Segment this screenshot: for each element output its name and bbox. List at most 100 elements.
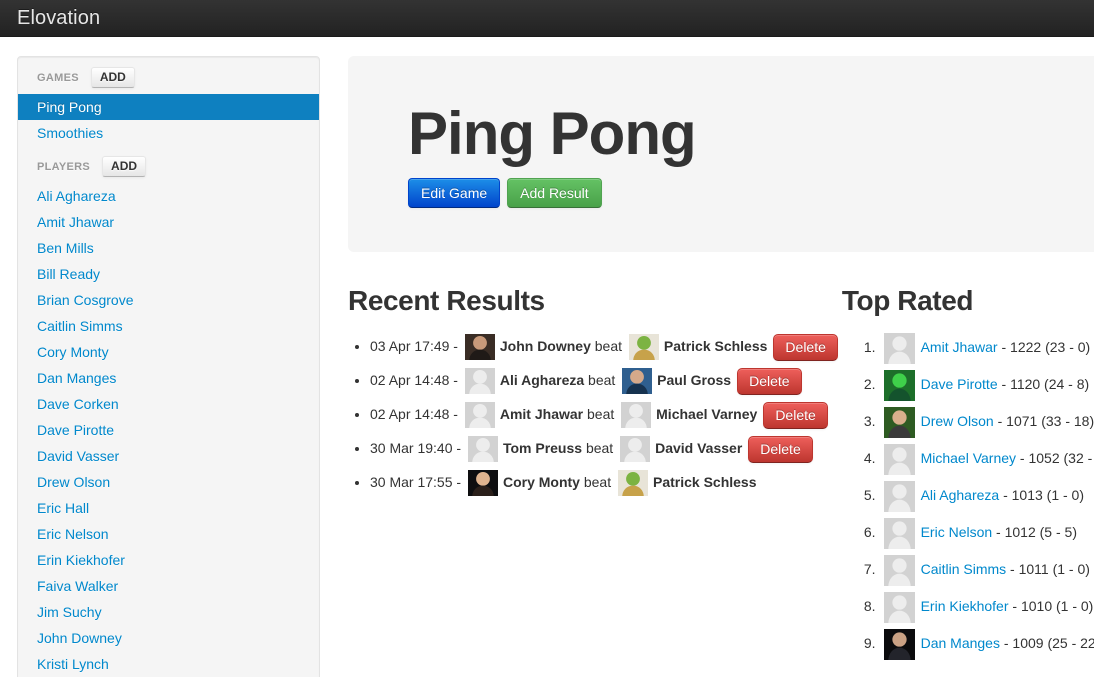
sidebar-player-link[interactable]: Caitlin Simms	[18, 313, 319, 339]
players-header-label: PLAYERS	[37, 160, 91, 173]
top-rated-rank: 6.	[863, 524, 876, 540]
loser-avatar	[628, 334, 659, 361]
sidebar-game-link[interactable]: Ping Pong	[18, 94, 319, 120]
sidebar-player-link[interactable]: Jim Suchy	[18, 599, 319, 625]
app-brand[interactable]: Elovation	[17, 8, 100, 28]
result-row: 30 Mar 19:40 - Tom Preuss beat David Vas…	[370, 431, 838, 465]
sidebar-player-link[interactable]: Faiva Walker	[18, 573, 319, 599]
sidebar-player-item[interactable]: Dave Corken	[18, 391, 319, 417]
sidebar-player-link[interactable]: Dave Pirotte	[18, 417, 319, 443]
top-rated-player-link[interactable]: Eric Nelson	[921, 524, 993, 540]
sidebar-player-link[interactable]: Eric Nelson	[18, 521, 319, 547]
top-rated-row: 7. Caitlin Simms - 1011 (1 - 0)	[864, 551, 1094, 588]
top-rated-row: 9. Dan Manges - 1009 (25 - 22)	[864, 625, 1094, 662]
sidebar-player-link[interactable]: Eric Hall	[18, 495, 319, 521]
delete-result-button[interactable]: Delete	[763, 401, 828, 429]
sidebar-player-item[interactable]: Amit Jhawar	[18, 209, 319, 235]
top-rated-rank: 1.	[863, 339, 876, 355]
top-rated-row: 5. Ali Aghareza - 1013 (1 - 0)	[864, 477, 1094, 514]
sidebar-player-link[interactable]: Dave Corken	[18, 391, 319, 417]
loser-name[interactable]: Patrick Schless	[664, 338, 768, 354]
top-rated-player-link[interactable]: Dave Pirotte	[921, 376, 998, 392]
top-rated-rating: - 1012 (5 - 5)	[992, 524, 1077, 540]
top-rated-player-link[interactable]: Amit Jhawar	[921, 339, 998, 355]
top-rated-player-link[interactable]: Erin Kiekhofer	[921, 598, 1009, 614]
winner-avatar	[467, 470, 498, 497]
sidebar-player-link[interactable]: Brian Cosgrove	[18, 287, 319, 313]
result-date: 30 Mar 17:55	[370, 474, 453, 490]
delete-result-button[interactable]: Delete	[737, 367, 802, 395]
sidebar-player-link[interactable]: John Downey	[18, 625, 319, 651]
top-rated-row: 3. Drew Olson - 1071 (33 - 18)	[864, 403, 1094, 440]
sidebar-player-item[interactable]: Cory Monty	[18, 339, 319, 365]
loser-name[interactable]: Paul Gross	[657, 372, 731, 388]
top-rated-rank: 3.	[863, 413, 876, 429]
games-header-label: GAMES	[37, 71, 79, 84]
sidebar-player-item[interactable]: Eric Nelson	[18, 521, 319, 547]
top-rated-list: 1. Amit Jhawar - 1222 (23 - 0) 2. Dave Piro…	[864, 329, 1094, 662]
sidebar-player-item[interactable]: Ben Mills	[18, 235, 319, 261]
top-rated-player-link[interactable]: Ali Aghareza	[921, 487, 1000, 503]
sidebar-player-item[interactable]: Jim Suchy	[18, 599, 319, 625]
sidebar-player-link[interactable]: Amit Jhawar	[18, 209, 319, 235]
sidebar-player-item[interactable]: Ali Aghareza	[18, 183, 319, 209]
sidebar-player-link[interactable]: Kristi Lynch	[18, 651, 319, 677]
recent-results-list: 03 Apr 17:49 - John Downey beat Patrick …	[370, 329, 838, 499]
sidebar-player-link[interactable]: Drew Olson	[18, 469, 319, 495]
sidebar-player-item[interactable]: Bill Ready	[18, 261, 319, 287]
sidebar-game-item[interactable]: Ping Pong	[18, 94, 319, 120]
sidebar-player-item[interactable]: Brian Cosgrove	[18, 287, 319, 313]
sidebar-player-item[interactable]: Dan Manges	[18, 365, 319, 391]
sidebar-player-link[interactable]: Cory Monty	[18, 339, 319, 365]
edit-game-button[interactable]: Edit Game	[408, 178, 501, 208]
sidebar-player-link[interactable]: Ben Mills	[18, 235, 319, 261]
winner-name[interactable]: Amit Jhawar	[500, 406, 583, 422]
top-rated-avatar	[883, 369, 915, 401]
top-rated-player-link[interactable]: Caitlin Simms	[921, 561, 1007, 577]
add-player-button[interactable]: ADD	[102, 156, 147, 177]
winner-name[interactable]: John Downey	[500, 338, 591, 354]
delete-result-button[interactable]: Delete	[773, 333, 838, 361]
loser-name[interactable]: David Vasser	[655, 440, 742, 456]
sidebar-player-item[interactable]: Erin Kiekhofer	[18, 547, 319, 573]
add-game-button[interactable]: ADD	[90, 67, 135, 88]
sidebar-player-link[interactable]: Dan Manges	[18, 365, 319, 391]
top-rated-player-link[interactable]: Michael Varney	[921, 450, 1016, 466]
result-date: 02 Apr 14:48	[370, 406, 450, 422]
sidebar-player-item[interactable]: Dave Pirotte	[18, 417, 319, 443]
sidebar-player-link[interactable]: Bill Ready	[18, 261, 319, 287]
sidebar-player-link[interactable]: Erin Kiekhofer	[18, 547, 319, 573]
sidebar-player-item[interactable]: Faiva Walker	[18, 573, 319, 599]
beat-label: beat	[579, 474, 615, 490]
winner-avatar	[467, 436, 498, 463]
add-result-button[interactable]: Add Result	[507, 178, 602, 208]
recent-results-title: Recent Results	[348, 285, 545, 316]
top-rated-rank: 7.	[863, 561, 876, 577]
top-rated-rank: 8.	[863, 598, 876, 614]
winner-name[interactable]: Ali Aghareza	[500, 372, 584, 388]
sidebar-player-item[interactable]: Kristi Lynch	[18, 651, 319, 677]
result-row: 02 Apr 14:48 - Ali Aghareza beat Paul Gr…	[370, 363, 838, 397]
top-rated-section: Top Rated 1. Amit Jhawar - 1222 (23 - 0) 2…	[838, 282, 1094, 662]
top-rated-rating: - 1013 (1 - 0)	[999, 487, 1085, 503]
winner-name[interactable]: Cory Monty	[503, 474, 580, 490]
winner-name[interactable]: Tom Preuss	[503, 440, 582, 456]
top-rated-player-link[interactable]: Drew Olson	[921, 413, 994, 429]
sidebar-game-link[interactable]: Smoothies	[18, 120, 319, 146]
result-date: 30 Mar 19:40	[370, 440, 453, 456]
sidebar-game-item[interactable]: Smoothies	[18, 120, 319, 146]
result-dash: -	[452, 474, 465, 490]
top-rated-avatar	[883, 628, 915, 660]
sidebar-player-link[interactable]: Ali Aghareza	[18, 183, 319, 209]
sidebar-player-item[interactable]: David Vasser	[18, 443, 319, 469]
loser-name[interactable]: Patrick Schless	[653, 474, 757, 490]
sidebar-player-item[interactable]: Eric Hall	[18, 495, 319, 521]
loser-name[interactable]: Michael Varney	[656, 406, 757, 422]
sidebar-player-item[interactable]: Caitlin Simms	[18, 313, 319, 339]
delete-result-button[interactable]: Delete	[748, 435, 813, 463]
top-rated-avatar	[883, 332, 915, 364]
sidebar-player-link[interactable]: David Vasser	[18, 443, 319, 469]
sidebar-player-item[interactable]: Drew Olson	[18, 469, 319, 495]
sidebar-player-item[interactable]: John Downey	[18, 625, 319, 651]
top-rated-player-link[interactable]: Dan Manges	[921, 635, 1000, 651]
